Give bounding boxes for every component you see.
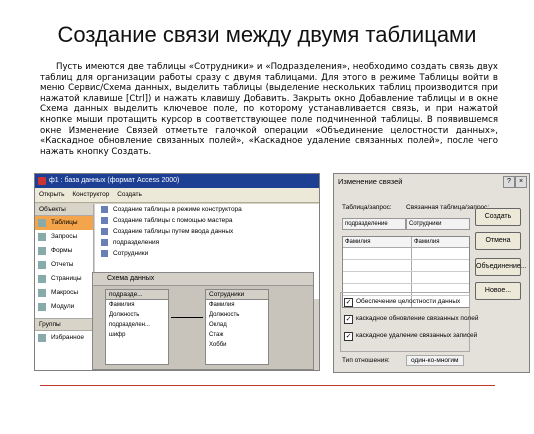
wizard-icon	[101, 228, 108, 235]
grid-row-line	[343, 283, 469, 284]
module-icon	[38, 303, 46, 311]
macro-icon	[38, 289, 46, 297]
enforce-integrity-checkbox[interactable]: ✓ Обеспечение целостности данных	[344, 296, 460, 308]
schema-field[interactable]: Фамилия	[206, 300, 268, 310]
table-select[interactable]: подразделение	[342, 218, 406, 230]
list-item[interactable]: подразделения	[95, 237, 319, 248]
list-item-label: Создание таблицы в режиме конструктора	[113, 206, 242, 213]
help-button[interactable]: ?	[503, 176, 515, 188]
grid-cell-primary[interactable]: Фамилия	[343, 237, 411, 248]
objects-header: Объекты	[35, 204, 93, 216]
schema-field[interactable]: шифр	[106, 330, 168, 340]
close-button[interactable]: ×	[515, 176, 527, 188]
table-icon	[101, 250, 108, 257]
checkbox-label: каскадное удаление связанных записей	[356, 332, 478, 339]
schema-field[interactable]: подразделен...	[106, 320, 168, 330]
database-icon	[38, 177, 46, 185]
objects-item-macros[interactable]: Макросы	[35, 286, 93, 300]
folder-icon	[38, 334, 46, 342]
groups-item-favorites[interactable]: Избранное	[35, 331, 93, 345]
form-icon	[38, 247, 46, 255]
checkbox-label: Обеспечение целостности данных	[356, 298, 461, 305]
groups-header: Группы	[35, 318, 93, 331]
list-item[interactable]: Создание таблицы в режиме конструктора	[95, 204, 319, 215]
cancel-button[interactable]: Отмена	[475, 232, 521, 250]
objects-item-label: Формы	[51, 247, 73, 254]
list-item-label: подразделения	[113, 239, 160, 246]
relationship-line	[171, 317, 203, 318]
cascade-delete-checkbox[interactable]: ✓ каскадное удаление связанных записей	[344, 330, 477, 342]
list-item-label: Создание таблицы с помощью мастера	[113, 217, 233, 224]
join-type-button[interactable]: Объединение...	[475, 258, 527, 276]
table-icon	[101, 239, 108, 246]
schema-field[interactable]: Фамилия	[106, 300, 168, 310]
list-item[interactable]: Создание таблицы с помощью мастера	[95, 215, 319, 226]
schema-table-departments[interactable]: подразде... Фамилия Должность подразделе…	[105, 289, 169, 365]
new-relationship-button[interactable]: Новое...	[475, 282, 521, 300]
dialog-title: Изменение связей	[338, 177, 403, 186]
objects-item-label: Запросы	[51, 233, 78, 240]
create-button[interactable]: Создать	[117, 191, 142, 198]
schema-field[interactable]: Хобби	[206, 340, 268, 350]
grid-cell-related[interactable]: Фамилия	[412, 237, 469, 248]
related-table-select[interactable]: Сотрудники	[406, 218, 470, 230]
objects-item-label: Модули	[51, 303, 75, 310]
objects-item-reports[interactable]: Отчеты	[35, 258, 93, 272]
wizard-icon	[101, 206, 108, 213]
objects-item-forms[interactable]: Формы	[35, 244, 93, 258]
objects-item-modules[interactable]: Модули	[35, 300, 93, 314]
slide-title: Создание связи между двумя таблицами	[57, 22, 477, 47]
grid-row-line	[343, 271, 469, 272]
access-toolbar: Открыть Конструктор Создать	[35, 188, 319, 203]
list-item-label: Создание таблицы путем ввода данных	[113, 228, 234, 235]
check-icon: ✓	[344, 332, 353, 341]
schema-window: Схема данных подразде... Фамилия Должнос…	[92, 272, 314, 370]
schema-field[interactable]: Оклад	[206, 320, 268, 330]
create-relationship-button[interactable]: Создать	[475, 208, 521, 226]
query-icon	[38, 233, 46, 241]
list-item[interactable]: Создание таблицы путем ввода данных	[95, 226, 319, 237]
schema-table-title: Сотрудники	[206, 290, 268, 300]
cascade-update-checkbox[interactable]: ✓ каскадное обновление связанных полей	[344, 313, 478, 325]
objects-item-tables[interactable]: Таблицы	[35, 216, 93, 230]
grid-row-line	[343, 259, 469, 260]
schema-title: Схема данных	[93, 273, 313, 286]
list-item-label: Сотрудники	[113, 250, 149, 257]
access-titlebar: ф1 : база данных (формат Access 2000)	[35, 174, 319, 188]
schema-field[interactable]: Должность	[106, 310, 168, 320]
edit-relationships-dialog: Изменение связей ? × Таблица/запрос: Свя…	[333, 173, 530, 373]
wizard-icon	[101, 217, 108, 224]
table-label: Таблица/запрос:	[342, 204, 392, 211]
design-button[interactable]: Конструктор	[72, 191, 109, 198]
objects-item-label: Макросы	[51, 289, 79, 296]
schema-field[interactable]: Стаж	[206, 330, 268, 340]
table-icon	[38, 219, 46, 227]
objects-item-queries[interactable]: Запросы	[35, 230, 93, 244]
checkbox-label: каскадное обновление связанных полей	[356, 315, 479, 322]
check-icon: ✓	[344, 298, 353, 307]
access-title: ф1 : база данных (формат Access 2000)	[49, 177, 180, 184]
list-item[interactable]: Сотрудники	[95, 248, 319, 259]
schema-field[interactable]: Должность	[206, 310, 268, 320]
relationship-type-label: Тип отношения:	[342, 357, 390, 364]
objects-item-label: Страницы	[51, 275, 82, 282]
relationship-type-value: один-ко-многим	[406, 355, 464, 366]
schema-table-title: подразде...	[106, 290, 168, 300]
page-icon	[38, 275, 46, 283]
schema-table-employees[interactable]: Сотрудники Фамилия Должность Оклад Стаж …	[205, 289, 269, 365]
objects-item-label: Таблицы	[51, 219, 78, 226]
footer-divider	[40, 385, 495, 386]
objects-pane: Объекты Таблицы Запросы Формы Отчеты Стр…	[35, 204, 94, 370]
check-icon: ✓	[344, 315, 353, 324]
slide-paragraph: Пусть имеются две таблицы «Сотрудники» и…	[40, 62, 498, 157]
report-icon	[38, 261, 46, 269]
dialog-titlebar: Изменение связей ? ×	[334, 174, 529, 190]
open-button[interactable]: Открыть	[39, 191, 65, 198]
objects-item-pages[interactable]: Страницы	[35, 272, 93, 286]
objects-item-label: Отчеты	[51, 261, 74, 268]
groups-item-label: Избранное	[51, 334, 84, 341]
